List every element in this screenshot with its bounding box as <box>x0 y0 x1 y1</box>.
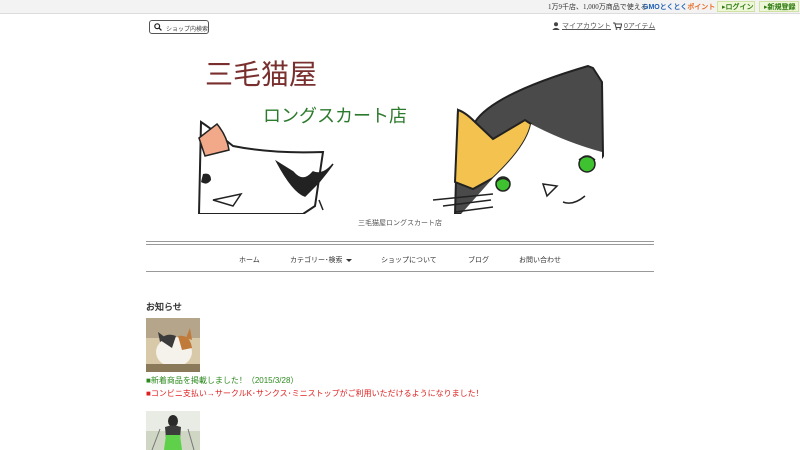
nav-item-about-shop[interactable]: ショップについて <box>381 255 437 265</box>
nav-item-contact[interactable]: お問い合わせ <box>519 255 561 265</box>
news-item-convenience-payment[interactable]: ■コンビニ支払い→サークルK･サンクス･ミニストップがご利用いただけるようになり… <box>146 388 484 399</box>
cart-label: 0アイテム <box>624 23 656 30</box>
nav-item-category-label: カテゴリー･検索 <box>290 257 343 264</box>
gmo-logo-text: GMOとくとく <box>643 4 688 11</box>
news-thumbnail-cat[interactable] <box>146 318 200 372</box>
banner-title: 三毛猫屋 <box>205 58 317 91</box>
gmo-logo-point-text: ポイント <box>687 4 716 11</box>
login-button[interactable]: ▸ログイン <box>717 1 755 12</box>
nav-item-home[interactable]: ホーム <box>239 255 260 265</box>
news-thumbnail-person[interactable] <box>146 411 200 450</box>
promo-text: 1万9千店、1,000万商品で使える <box>548 3 648 11</box>
news-heading: お知らせ <box>146 302 182 312</box>
main-nav: ホーム カテゴリー･検索 ショップについて ブログ お問い合わせ <box>146 245 654 272</box>
gmo-point-logo[interactable]: GMOとくとくポイント <box>643 2 715 11</box>
my-account-link[interactable]: マイアカウント <box>552 21 611 31</box>
cart-icon <box>613 22 622 30</box>
shop-name-text: 三毛猫屋ロングスカート店 <box>358 220 442 227</box>
nav-item-category-search[interactable]: カテゴリー･検索 <box>290 255 352 265</box>
cart-link[interactable]: 0アイテム <box>613 21 655 31</box>
search-label: ショップ内検索 <box>166 27 209 33</box>
top-bar: 1万9千店、1,000万商品で使える GMOとくとくポイント ▸ログイン ▸新規… <box>0 0 800 14</box>
caret-down-icon <box>345 258 352 262</box>
news-item-new-products[interactable]: ■新着商品を掲載しました！（2015/3/28） <box>146 375 298 386</box>
banner-subtitle: ロングスカート店 <box>263 106 407 127</box>
my-account-label: マイアカウント <box>562 23 611 30</box>
nav-item-blog[interactable]: ブログ <box>468 255 489 265</box>
shop-banner[interactable]: 三毛猫屋 ロングスカート店 <box>193 54 605 214</box>
shop-search-button[interactable]: ショップ内検索 <box>149 20 209 34</box>
register-button[interactable]: ▸新規登録 <box>759 1 799 12</box>
login-label: ログイン <box>725 4 754 11</box>
search-icon <box>154 23 162 31</box>
user-icon <box>552 22 560 30</box>
register-label: 新規登録 <box>767 4 796 11</box>
